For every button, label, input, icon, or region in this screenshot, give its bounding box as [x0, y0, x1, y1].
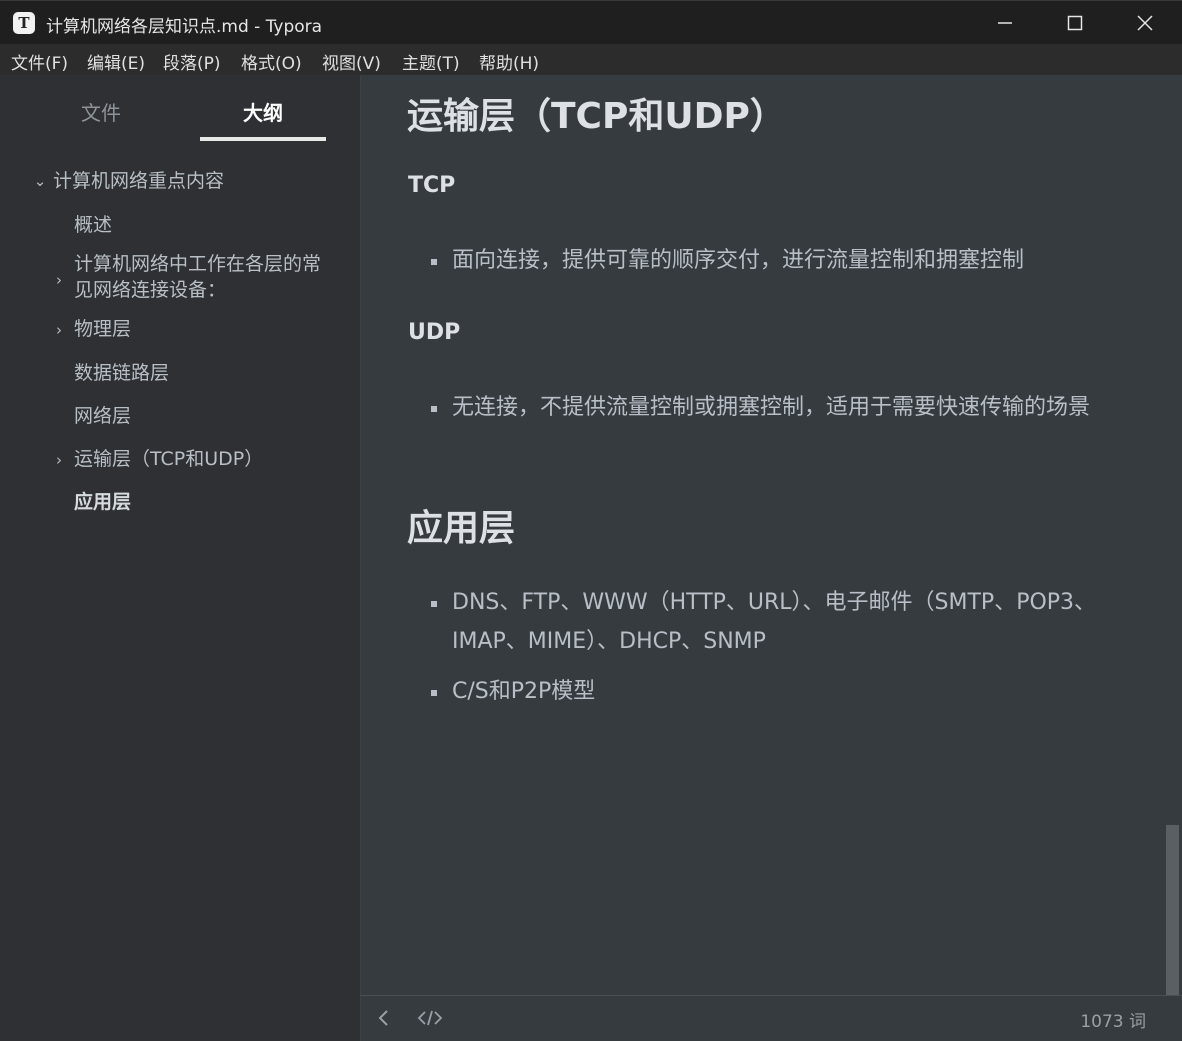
list-item: DNS、FTP、WWW（HTTP、URL）、电子邮件（SMTP、POP3、IMA…: [452, 590, 1097, 654]
menu-edit[interactable]: 编辑(E): [87, 49, 145, 74]
chevron-right-icon[interactable]: ›: [52, 321, 66, 339]
chevron-left-icon[interactable]: [377, 1008, 391, 1028]
scrollbar-thumb[interactable]: [1166, 825, 1179, 995]
outline-item[interactable]: 概述: [74, 212, 112, 238]
bullet-icon: [431, 259, 437, 265]
list-item: C/S和P2P模型: [452, 679, 596, 704]
typora-app-icon: T: [13, 12, 35, 34]
chevron-right-icon[interactable]: ›: [52, 271, 66, 289]
chevron-right-icon[interactable]: ›: [52, 451, 66, 469]
status-bar: 1073 词: [361, 995, 1182, 1041]
chevron-down-icon[interactable]: ⌄: [33, 172, 47, 190]
sidebar: 文件 大纲 ⌄ 计算机网络重点内容 概述 › 计算机网络中工作在各层的常见网络连…: [0, 75, 361, 1041]
outline-item[interactable]: 计算机网络重点内容: [53, 168, 224, 194]
bullet-icon: [431, 406, 437, 412]
menu-theme[interactable]: 主题(T): [402, 49, 460, 74]
close-icon: [1137, 15, 1153, 31]
menu-paragraph[interactable]: 段落(P): [163, 49, 221, 74]
outline-item[interactable]: 数据链路层: [74, 360, 169, 386]
menu-bar: 文件(F) 编辑(E) 段落(P) 格式(O) 视图(V) 主题(T) 帮助(H…: [0, 44, 1182, 75]
menu-help[interactable]: 帮助(H): [479, 49, 539, 74]
heading-transport-layer: 运输层（TCP和UDP）: [407, 96, 786, 137]
heading-udp: UDP: [408, 320, 461, 345]
title-bar: T 计算机网络各层知识点.md - Typora: [0, 0, 1182, 44]
minimize-icon: [998, 22, 1012, 24]
close-button[interactable]: [1110, 1, 1180, 45]
code-icon[interactable]: [417, 1008, 443, 1028]
tab-outline[interactable]: 大纲: [200, 97, 326, 126]
outline-item[interactable]: 网络层: [74, 403, 131, 429]
maximize-icon: [1067, 15, 1083, 31]
list-item: 面向连接，提供可靠的顺序交付，进行流量控制和拥塞控制: [452, 248, 1025, 273]
maximize-button[interactable]: [1040, 1, 1110, 45]
outline-item-active[interactable]: 应用层: [74, 489, 131, 515]
list-item: 无连接，不提供流量控制或拥塞控制，适用于需要快速传输的场景: [452, 395, 1091, 420]
bullet-icon: [431, 601, 437, 607]
tab-files[interactable]: 文件: [38, 97, 164, 126]
editor-area[interactable]: 运输层（TCP和UDP） TCP 面向连接，提供可靠的顺序交付，进行流量控制和拥…: [361, 75, 1182, 995]
outline-item[interactable]: 物理层: [74, 316, 131, 342]
window-title: 计算机网络各层知识点.md - Typora: [46, 17, 323, 37]
menu-view[interactable]: 视图(V): [322, 49, 381, 74]
minimize-button[interactable]: [970, 1, 1040, 45]
menu-format[interactable]: 格式(O): [241, 49, 302, 74]
heading-tcp: TCP: [408, 173, 456, 198]
heading-application-layer: 应用层: [407, 508, 516, 549]
word-count[interactable]: 1073 词: [1080, 1007, 1146, 1032]
active-tab-indicator: [200, 137, 326, 141]
outline-item[interactable]: 运输层（TCP和UDP）: [74, 446, 263, 472]
outline-item[interactable]: 计算机网络中工作在各层的常见网络连接设备：: [74, 251, 334, 303]
menu-file[interactable]: 文件(F): [11, 49, 68, 74]
bullet-icon: [431, 690, 437, 696]
